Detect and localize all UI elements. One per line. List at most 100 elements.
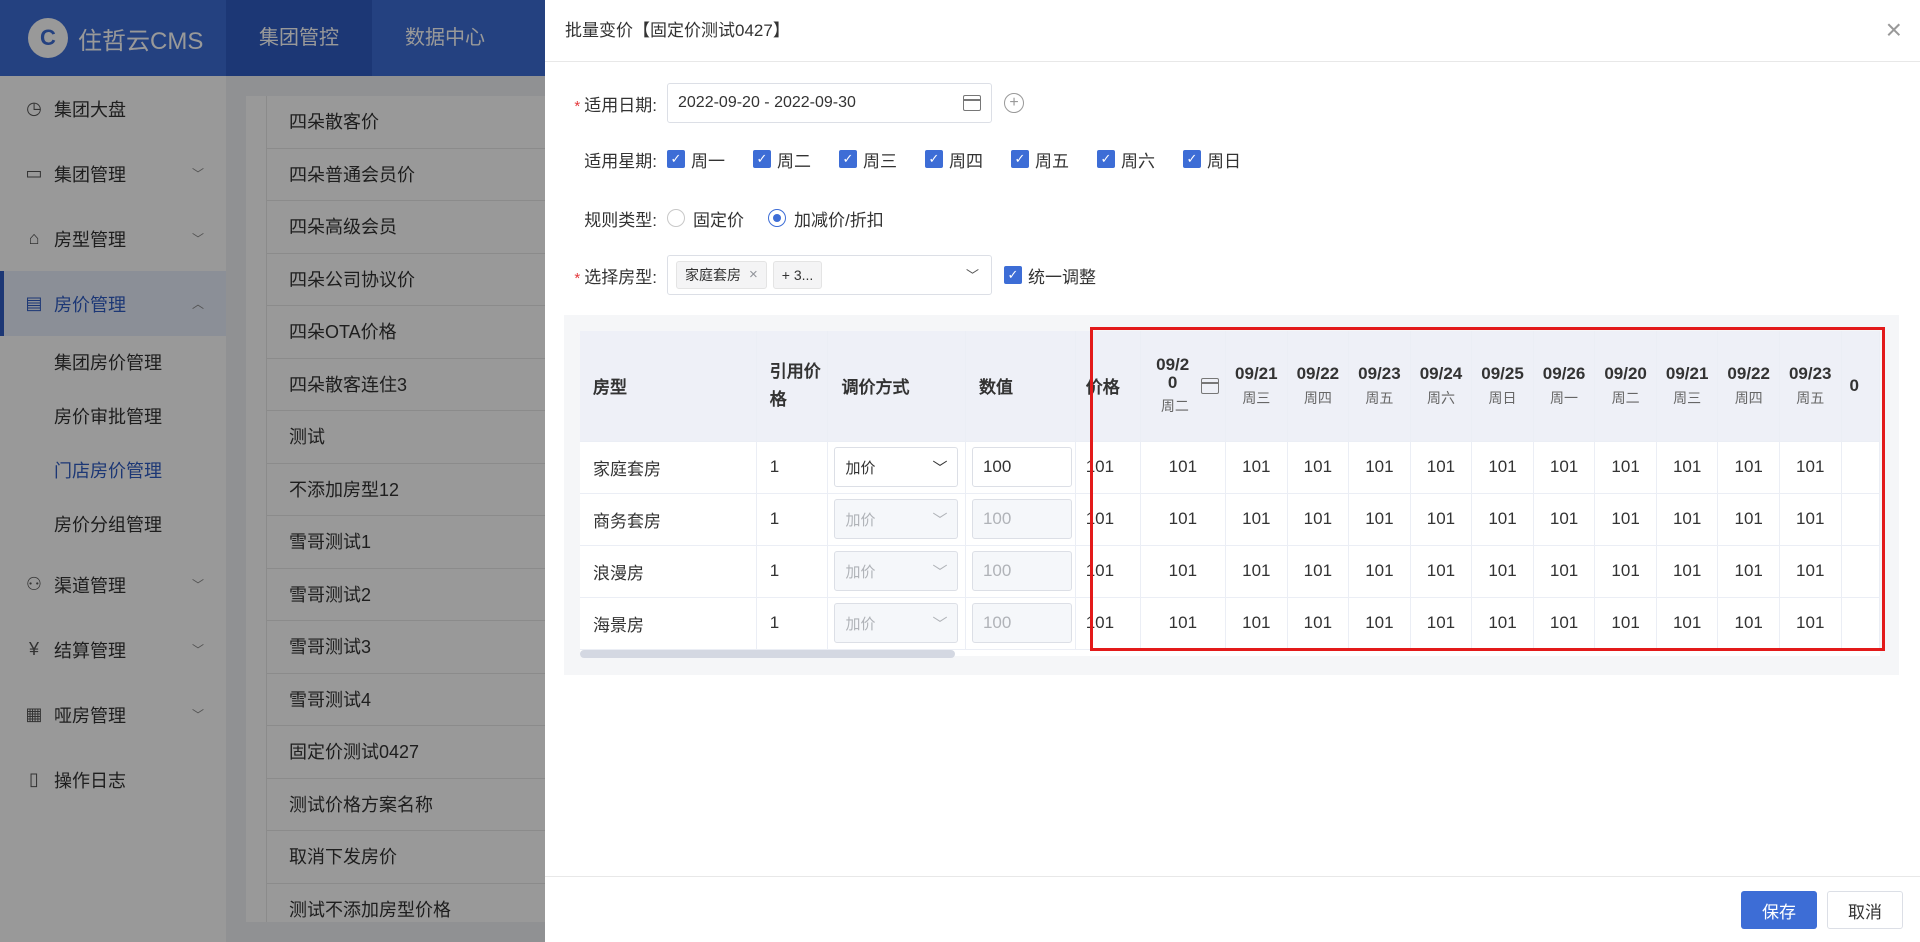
weekday-checkbox-tue[interactable]: ✓ 周二 [753, 147, 811, 172]
price-table-viewport[interactable]: 房型 引用价格 调价方式 数值 价格 09/20 周二 09/21 周三 09/2… [580, 331, 1880, 656]
value-input[interactable]: 100 [971, 447, 1072, 487]
table-row: 家庭套房 1 加价 ﹀ 100 101 101 101 101 101 101 1… [580, 441, 1880, 494]
day-price: 101 [1594, 597, 1657, 650]
chevron-down-icon: ﹀ [932, 459, 948, 477]
save-button[interactable]: 保存 [1741, 891, 1817, 929]
value-input[interactable]: 100 [971, 603, 1072, 643]
rule-radio-fixed[interactable]: 固定价 [667, 206, 744, 231]
weekday-checkbox-mon[interactable]: ✓ 周一 [667, 147, 725, 172]
day-price: 101 [1140, 597, 1227, 650]
required-mark: * [574, 97, 581, 115]
tag-close-icon[interactable]: × [749, 262, 758, 288]
add-date-icon[interactable]: + [1004, 93, 1024, 113]
check-icon: ✓ [1097, 150, 1115, 168]
table-horizontal-scrollbar[interactable] [580, 650, 955, 658]
method-select[interactable]: 加价 ﹀ [834, 603, 959, 643]
date-text: 09/20 [1156, 354, 1190, 392]
batch-price-drawer: 批量变价【固定价测试0427】 × * 适用日期: 2022-09-20 - 20… [545, 0, 1920, 942]
divider [545, 876, 1920, 877]
day-price: 101 [1533, 545, 1596, 598]
day-price: 101 [1533, 441, 1596, 494]
room-more-tag: + 3... [772, 261, 823, 289]
day-price: 101 [1533, 493, 1596, 546]
day-price: 101 [1140, 493, 1227, 546]
day-price: 101 [1656, 493, 1719, 546]
weekday-text: 周日 [1207, 151, 1241, 171]
weekday-checkbox-fri[interactable]: ✓ 周五 [1011, 147, 1069, 172]
day-price: 101 [1717, 493, 1780, 546]
day-price: 101 [1594, 545, 1657, 598]
method-select[interactable]: 加价 ﹀ [834, 499, 959, 539]
price-table-container: 房型 引用价格 调价方式 数值 价格 09/20 周二 09/21 周三 09/2… [564, 315, 1899, 675]
weekday-checkbox-sun[interactable]: ✓ 周日 [1183, 147, 1241, 172]
day-price: 101 [1287, 597, 1350, 650]
date-text: 09/23 [1788, 363, 1832, 383]
day-price: 101 [1594, 441, 1657, 494]
price-cell: 101 [1075, 597, 1141, 650]
calendar-icon[interactable] [1201, 378, 1220, 394]
check-icon: ✓ [1011, 150, 1029, 168]
date-range-value: 2022-09-20 - 2022-09-30 [678, 94, 856, 111]
rule-radio-adjust[interactable]: 加减价/折扣 [768, 206, 884, 231]
day-price: 101 [1140, 441, 1227, 494]
value-input[interactable]: 100 [971, 551, 1072, 591]
weekday-text: 周一 [1550, 389, 1579, 406]
date-text: 0 [1849, 375, 1859, 395]
method-cell: 加价 ﹀ [827, 597, 966, 650]
col-header-date: 09/22 周四 [1717, 331, 1780, 442]
day-price: 101 [1717, 545, 1780, 598]
col-header-price: 价格 [1075, 331, 1141, 442]
rule-option-text: 固定价 [693, 210, 744, 230]
room-name: 浪漫房 [580, 545, 757, 598]
day-price: 101 [1225, 597, 1288, 650]
weekday-checkbox-wed[interactable]: ✓ 周三 [839, 147, 897, 172]
room-tag-text: 家庭套房 [685, 267, 741, 283]
col-header-date: 09/21 周三 [1225, 331, 1288, 442]
weekday-text: 周五 [1365, 389, 1394, 406]
weekday-text: 周六 [1121, 151, 1155, 171]
col-header-date: 09/24 周六 [1410, 331, 1473, 442]
date-text: 09/24 [1419, 363, 1463, 383]
table-row: 浪漫房 1 加价 ﹀ 100 101 101 101 101 101 101 10… [580, 545, 1880, 598]
weekday-checkbox-sat[interactable]: ✓ 周六 [1097, 147, 1155, 172]
date-label: * 适用日期: [545, 91, 667, 116]
method-select[interactable]: 加价 ﹀ [834, 447, 959, 487]
weekday-text: 周二 [1611, 389, 1640, 406]
day-price: 101 [1717, 441, 1780, 494]
close-icon[interactable]: × [1886, 14, 1902, 46]
radio-checked-icon [768, 209, 786, 227]
weekday-text: 周四 [1734, 389, 1763, 406]
required-mark: * [574, 269, 581, 287]
day-price: 101 [1225, 545, 1288, 598]
col-header-value: 数值 [965, 331, 1076, 442]
ref-price: 1 [756, 597, 829, 650]
rule-option-text: 加减价/折扣 [794, 210, 884, 230]
unify-adjust-checkbox[interactable]: ✓ 统一调整 [1004, 263, 1096, 288]
method-value: 加价 [845, 511, 876, 529]
weekday-checkbox-thu[interactable]: ✓ 周四 [925, 147, 983, 172]
col-header-ref-price: 引用价格 [756, 331, 829, 442]
date-text: 09/21 [1665, 363, 1709, 383]
day-price: 101 [1348, 545, 1411, 598]
cancel-button[interactable]: 取消 [1827, 891, 1903, 929]
method-select[interactable]: 加价 ﹀ [834, 551, 959, 591]
value-input[interactable]: 100 [971, 499, 1072, 539]
date-range-picker[interactable]: 2022-09-20 - 2022-09-30 [667, 83, 992, 123]
day-price: 101 [1779, 597, 1842, 650]
room-label: * 选择房型: [545, 263, 667, 288]
method-cell: 加价 ﹀ [827, 493, 966, 546]
date-text: 09/20 [1604, 363, 1647, 383]
check-icon: ✓ [925, 150, 943, 168]
date-row: * 适用日期: 2022-09-20 - 2022-09-30 + [545, 83, 1024, 123]
weekday-text: 周日 [1488, 389, 1517, 406]
price-cell: 101 [1075, 545, 1141, 598]
rule-row: 规则类型: 固定价 加减价/折扣 [545, 198, 908, 238]
day-price: 101 [1471, 597, 1534, 650]
room-type-select[interactable]: 家庭套房 × + 3... ﹀ [667, 255, 992, 295]
day-price: 101 [1410, 597, 1473, 650]
day-price: 101 [1410, 545, 1473, 598]
ref-price: 1 [756, 441, 829, 494]
date-text: 09/26 [1542, 363, 1586, 383]
day-price: 101 [1410, 441, 1473, 494]
room-name: 商务套房 [580, 493, 757, 546]
